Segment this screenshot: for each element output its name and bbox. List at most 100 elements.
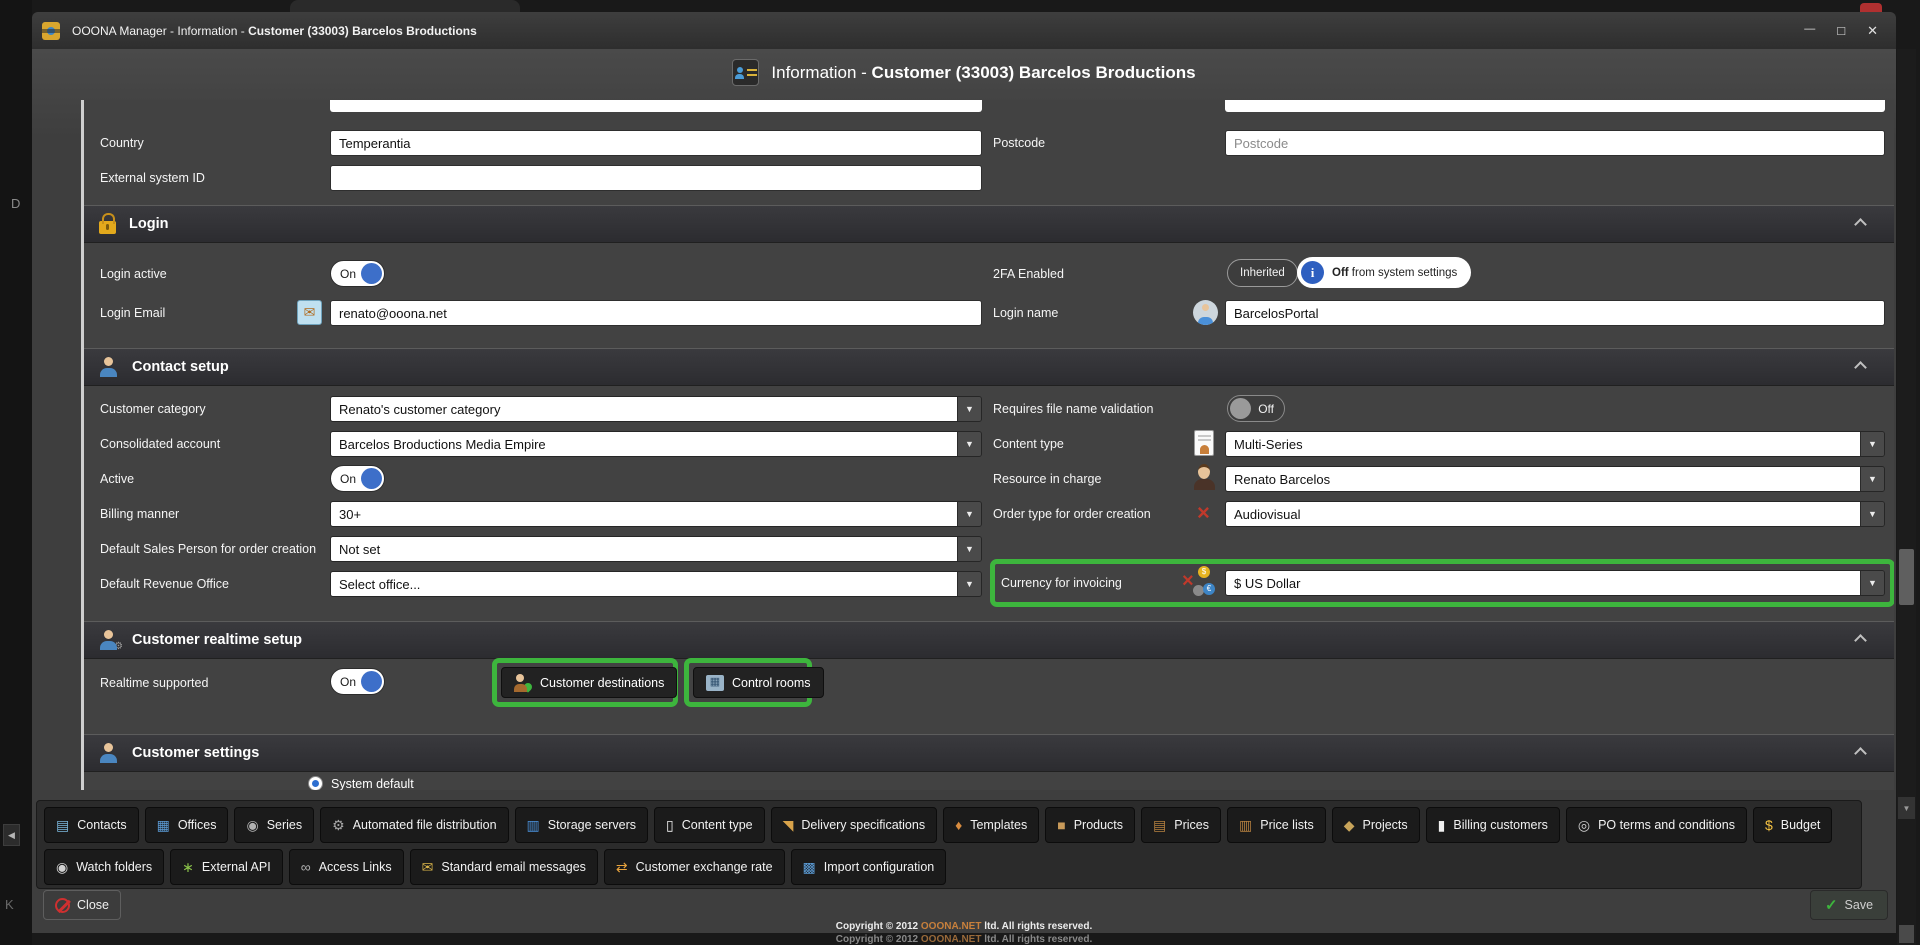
dropdown-arrow-icon: ▼ <box>957 502 981 526</box>
price-list-icon: ▥ <box>1239 818 1252 832</box>
close-button[interactable]: Close <box>43 890 121 920</box>
order-type-select[interactable]: Audiovisual▼ <box>1225 501 1885 527</box>
customer-category-label: Customer category <box>100 396 206 422</box>
toolbar-button-label: Price lists <box>1260 818 1313 832</box>
customer-category-select[interactable]: Renato's customer category▼ <box>330 396 982 422</box>
toolbar-button-templates[interactable]: ♦Templates <box>943 807 1039 843</box>
consolidated-account-label: Consolidated account <box>100 431 220 457</box>
default-revenue-office-select[interactable]: Select office...▼ <box>330 571 982 597</box>
chevron-up-icon[interactable] <box>1854 634 1867 647</box>
back-arrow-button[interactable]: ◀ <box>3 824 20 846</box>
toolbar-button-offices[interactable]: ▦Offices <box>145 807 229 843</box>
price-board-icon: ▤ <box>1153 818 1166 832</box>
toolbar-button-contacts[interactable]: ▤Contacts <box>44 807 139 843</box>
content-type-select[interactable]: Multi-Series▼ <box>1225 431 1885 457</box>
background-letter: D <box>11 196 20 211</box>
clipped-input[interactable] <box>1225 100 1885 112</box>
requires-validation-toggle[interactable]: Off <box>1227 395 1285 422</box>
toolbar-button-series[interactable]: ◉Series <box>234 807 314 843</box>
settings-person-icon <box>99 743 119 763</box>
red-x-icon: × <box>1197 503 1210 523</box>
dropdown-arrow-icon: ▼ <box>957 572 981 596</box>
system-default-radio[interactable]: System default <box>308 776 414 790</box>
toolbar-button-price-lists[interactable]: ▥ Price lists <box>1227 807 1326 843</box>
window-titlebar: OOONA Manager - Information - Customer (… <box>32 12 1896 49</box>
toolbar-button-content-type[interactable]: ▯Content type <box>654 807 765 843</box>
control-panel-icon: ▦ <box>706 675 724 691</box>
toolbar-button-projects[interactable]: ◆Projects <box>1332 807 1420 843</box>
chevron-up-icon[interactable] <box>1854 361 1867 374</box>
chevron-up-icon[interactable] <box>1854 747 1867 760</box>
login-email-label: Login Email <box>100 300 165 326</box>
toolbar-button-import-configuration[interactable]: ▩Import configuration <box>791 849 947 885</box>
po-terms-icon: ◎ <box>1578 818 1590 832</box>
login-active-toggle[interactable]: On <box>330 260 385 287</box>
requires-validation-label: Requires file name validation <box>993 396 1154 422</box>
external-system-id-label: External system ID <box>100 165 205 191</box>
clipped-input[interactable] <box>330 100 982 112</box>
chain-link-icon: ∞ <box>301 860 311 874</box>
control-rooms-button[interactable]: ▦ Control rooms <box>693 667 824 698</box>
lock-icon <box>99 221 116 234</box>
toolbar-button-watch-folders[interactable]: ◉Watch folders <box>44 849 164 885</box>
toolbar-button-customer-exchange-rate[interactable]: ⇄Customer exchange rate <box>604 849 785 885</box>
scrollbar-thumb[interactable] <box>1899 549 1914 605</box>
customer-settings-section-header[interactable]: Customer settings <box>81 734 1894 772</box>
close-window-button[interactable]: ✕ <box>1867 24 1878 37</box>
realtime-supported-toggle[interactable]: On <box>330 668 385 695</box>
maximize-button[interactable]: □ <box>1837 24 1845 37</box>
page-scrollbar[interactable]: ▼ <box>1897 49 1916 945</box>
dropdown-arrow-icon: ▼ <box>957 432 981 456</box>
email-edit-icon: ✉ <box>297 300 322 325</box>
currency-coins-icon: ×$€ <box>1182 568 1216 596</box>
toolbar-button-delivery-specifications[interactable]: ◥Delivery specifications <box>771 807 937 843</box>
default-sales-person-label: Default Sales Person for order creation <box>100 536 316 562</box>
toolbar-button-po-terms-and-conditions[interactable]: ◎PO terms and conditions <box>1566 807 1747 843</box>
toolbar-button-products[interactable]: ■Products <box>1045 807 1135 843</box>
app-logo-icon <box>42 22 60 40</box>
toolbar-button-billing-customers[interactable]: ▮Billing customers <box>1426 807 1560 843</box>
toolbar-button-access-links[interactable]: ∞Access Links <box>289 849 404 885</box>
info-icon: i <box>1301 261 1324 284</box>
login-email-input[interactable] <box>330 300 982 326</box>
postcode-input[interactable] <box>1225 130 1885 156</box>
toolbar-button-standard-email-messages[interactable]: ✉Standard email messages <box>410 849 598 885</box>
cancel-circle-icon <box>55 898 70 913</box>
person-gear-icon: ⚙ <box>99 630 119 650</box>
customer-destinations-button[interactable]: Customer destinations <box>501 667 677 698</box>
toolbar-button-automated-file-distribution[interactable]: ⚙Automated file distribution <box>320 807 508 843</box>
consolidated-account-select[interactable]: Barcelos Broductions Media Empire▼ <box>330 431 982 457</box>
contact-setup-section-header[interactable]: Contact setup <box>81 348 1894 386</box>
scroll-down-icon[interactable]: ▼ <box>1898 797 1915 819</box>
boxes-icon: ■ <box>1057 818 1065 832</box>
toolbar-button-label: Storage servers <box>548 818 636 832</box>
toolbar-button-label: Delivery specifications <box>801 818 925 832</box>
default-sales-person-select[interactable]: Not set▼ <box>330 536 982 562</box>
toolbar-button-prices[interactable]: ▤Prices <box>1141 807 1221 843</box>
external-system-id-input[interactable] <box>330 165 982 191</box>
minimize-button[interactable]: — <box>1804 24 1815 37</box>
resource-in-charge-select[interactable]: Renato Barcelos▼ <box>1225 466 1885 492</box>
country-input[interactable] <box>330 130 982 156</box>
login-name-input[interactable] <box>1225 300 1885 326</box>
desktop: D K ◀ OOONA Manager - Information - Cust… <box>0 0 1920 945</box>
chevron-up-icon[interactable] <box>1854 218 1867 231</box>
login-section-header[interactable]: Login <box>81 205 1894 243</box>
watch-eye-icon: ◉ <box>56 860 68 874</box>
save-button[interactable]: ✓ Save <box>1810 890 1888 920</box>
dropdown-arrow-icon: ▼ <box>1860 571 1884 595</box>
copyright-text-background: Copyright © 2012 OOONA.NET ltd. All righ… <box>32 934 1896 945</box>
toolbar-button-label: Templates <box>970 818 1027 832</box>
toolbar-button-budget[interactable]: $Budget <box>1753 807 1832 843</box>
billing-manner-select[interactable]: 30+▼ <box>330 501 982 527</box>
toolbar-button-storage-servers[interactable]: ▥Storage servers <box>515 807 648 843</box>
background-letter: K <box>5 897 14 912</box>
realtime-section-header[interactable]: ⚙ Customer realtime setup <box>81 621 1894 659</box>
tfa-inherited-toggle[interactable]: Inherited <box>1227 259 1298 287</box>
toolbar-button-external-api[interactable]: ∗External API <box>170 849 283 885</box>
active-label: Active <box>100 466 134 492</box>
contact-person-icon <box>99 357 119 377</box>
currency-select[interactable]: $ US Dollar▼ <box>1225 570 1885 596</box>
toolbar-button-label: Series <box>267 818 302 832</box>
active-toggle[interactable]: On <box>330 465 385 492</box>
